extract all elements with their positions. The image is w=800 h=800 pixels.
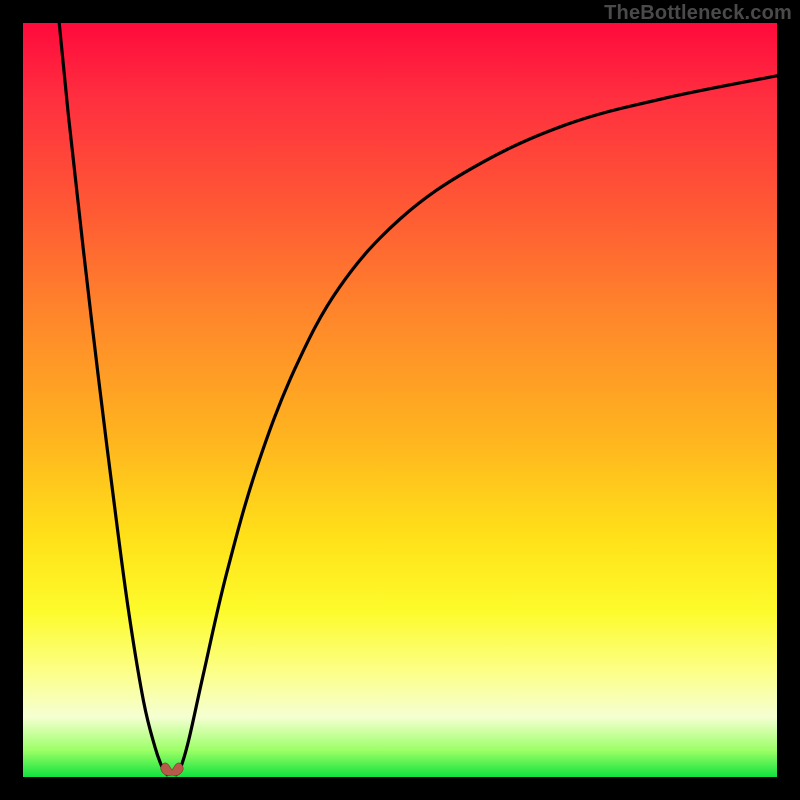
plot-area bbox=[23, 23, 777, 777]
curve-left-branch bbox=[59, 23, 167, 775]
bottleneck-curve bbox=[23, 23, 777, 777]
curve-right-branch bbox=[176, 76, 777, 775]
watermark-text: TheBottleneck.com bbox=[604, 2, 792, 25]
outer-frame: TheBottleneck.com bbox=[0, 0, 800, 800]
